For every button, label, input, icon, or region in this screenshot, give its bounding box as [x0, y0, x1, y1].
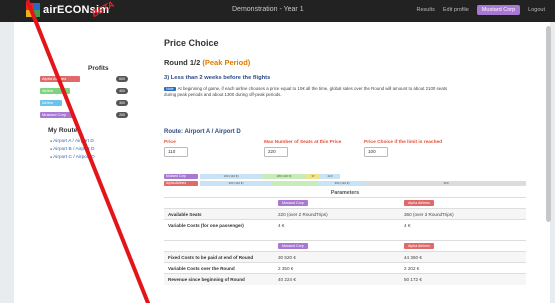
info-text: Note At beginning of game, if each airlin…	[164, 86, 454, 98]
row-value: 2 202 €	[400, 262, 526, 274]
costs-table: Mustard Corp Alpha Airlines Fixed Costs …	[164, 240, 526, 285]
nav-results-link[interactable]: Results	[417, 7, 435, 13]
profit-row: Airline 400	[40, 87, 128, 95]
airline-header: Mustard Corp	[278, 200, 308, 206]
route-link[interactable]: Airport B / Airport D	[50, 147, 94, 152]
deadline-heading: 3) Less than 2 weeks before the flights	[164, 75, 271, 81]
chart-segment: 300	[366, 181, 526, 186]
chart-row: Mustard Corp 100 (110 €) 180 (110 €) 37 …	[164, 174, 526, 179]
chart-segment: 300 (110 €)	[318, 181, 366, 186]
scrollbar[interactable]	[546, 26, 551, 222]
table-header-spacer	[164, 240, 274, 252]
profit-bar: Airline	[40, 88, 70, 94]
profit-bar: Airline	[40, 100, 62, 106]
chart-segment: 180 (110 €)	[262, 174, 306, 179]
nav-links: Results Edit profile Mustard Corp Logout	[417, 5, 545, 15]
profit-value: 200	[116, 112, 128, 118]
chart-airline-label: Alpha Airlines	[164, 181, 198, 186]
row-value: 220 (over 2 RoundTrips)	[274, 208, 400, 220]
info-body: At beginning of game, if each airline ch…	[164, 86, 448, 97]
table-row: Variable Costs over the Round 2 350 € 2 …	[164, 262, 526, 274]
route-title: Route: Airport A / Airport D	[164, 129, 241, 135]
airline-header: Alpha Airlines	[404, 200, 434, 206]
row-value: 4 €	[274, 219, 400, 231]
fallback-price-label: Price Choice if the limit is reached	[364, 140, 443, 145]
price-input[interactable]: 110	[164, 147, 188, 157]
fallback-price-input[interactable]: 100	[364, 147, 388, 157]
profit-value: 400	[116, 88, 128, 94]
round-title: Round 1/2 (Peak Period)	[164, 58, 250, 67]
chart-segment: 37	[306, 174, 320, 179]
table-header-row: Mustard Corp Alpha Airlines	[164, 197, 526, 209]
info-badge: Note	[164, 87, 176, 91]
logo-icon	[26, 3, 40, 17]
top-navbar: airECONsim BETA Demonstration - Year 1 R…	[0, 0, 555, 22]
table-header-row: Mustard Corp Alpha Airlines	[164, 240, 526, 252]
row-value: 40 224 €	[274, 273, 400, 285]
profit-row: Alpha Airlines 600	[40, 75, 128, 83]
row-value: 30 520 €	[274, 251, 400, 263]
profit-value: 300	[116, 100, 128, 106]
profit-bar: Mustard Corp	[40, 112, 74, 118]
chart-segment: 100 (110 €)	[200, 174, 262, 179]
table-header-cell: Mustard Corp	[274, 197, 400, 209]
period-label: (Peak Period)	[202, 58, 251, 67]
row-label: Revenue since beginning of Round	[164, 273, 274, 285]
table-row: Variable Costs (for one passenger) 4 € 4…	[164, 219, 526, 231]
round-label: Round 1/2	[164, 58, 201, 67]
max-seats-input[interactable]: 220	[264, 147, 288, 157]
max-seats-label: Max Number of Seats at this Price	[264, 140, 342, 145]
chart-segment	[272, 181, 318, 186]
table-row: Revenue since beginning of Round 40 224 …	[164, 273, 526, 285]
chart-segment: 220	[320, 174, 340, 179]
table-header-cell: Alpha Airlines	[400, 240, 526, 252]
row-value: 4 €	[400, 219, 526, 231]
routes-title: My Routes	[48, 127, 81, 134]
page-title: Price Choice	[164, 38, 219, 48]
table-header-spacer	[164, 197, 274, 209]
profit-row: Mustard Corp 200	[40, 111, 128, 119]
chart-segment: 400 (110 €)	[200, 181, 272, 186]
row-value: 2 350 €	[274, 262, 400, 274]
profit-row: Airline 300	[40, 99, 128, 107]
airline-header: Mustard Corp	[278, 243, 308, 249]
airline-badge[interactable]: Mustard Corp	[476, 5, 521, 15]
nav-edit-profile-link[interactable]: Edit profile	[443, 7, 469, 13]
table-row: Fixed Costs to be paid at end of Round 3…	[164, 251, 526, 263]
airline-header: Alpha Airlines	[404, 243, 434, 249]
row-value: 360 (over 3 RoundTrips)	[400, 208, 526, 220]
chart-row: Alpha Airlines 400 (110 €) 300 (110 €) 3…	[164, 181, 526, 186]
table-header-cell: Alpha Airlines	[400, 197, 526, 209]
route-link[interactable]: Airport C / Airport D	[50, 155, 95, 160]
row-value: 50 172 €	[400, 273, 526, 285]
row-value: 44 360 €	[400, 251, 526, 263]
profit-bar: Alpha Airlines	[40, 76, 80, 82]
row-label: Fixed Costs to be paid at end of Round	[164, 251, 274, 263]
row-label: Available Seats	[164, 208, 274, 220]
profits-title: Profits	[88, 65, 109, 72]
logout-link[interactable]: Logout	[528, 7, 545, 13]
row-label: Variable Costs (for one passenger)	[164, 219, 274, 231]
parameters-table: Mustard Corp Alpha Airlines Available Se…	[164, 197, 526, 231]
row-label: Variable Costs over the Round	[164, 262, 274, 274]
table-row: Available Seats 220 (over 2 RoundTrips) …	[164, 208, 526, 220]
parameters-caption: Parameters	[330, 190, 360, 196]
price-label: Price	[164, 140, 176, 145]
game-title: Demonstration - Year 1	[232, 6, 304, 13]
route-link[interactable]: Airport A / Airport D	[50, 139, 94, 144]
profit-value: 600	[116, 76, 128, 82]
table-header-cell: Mustard Corp	[274, 240, 400, 252]
seat-allocation-chart: Mustard Corp 100 (110 €) 180 (110 €) 37 …	[164, 171, 526, 189]
chart-airline-label: Mustard Corp	[164, 174, 198, 179]
